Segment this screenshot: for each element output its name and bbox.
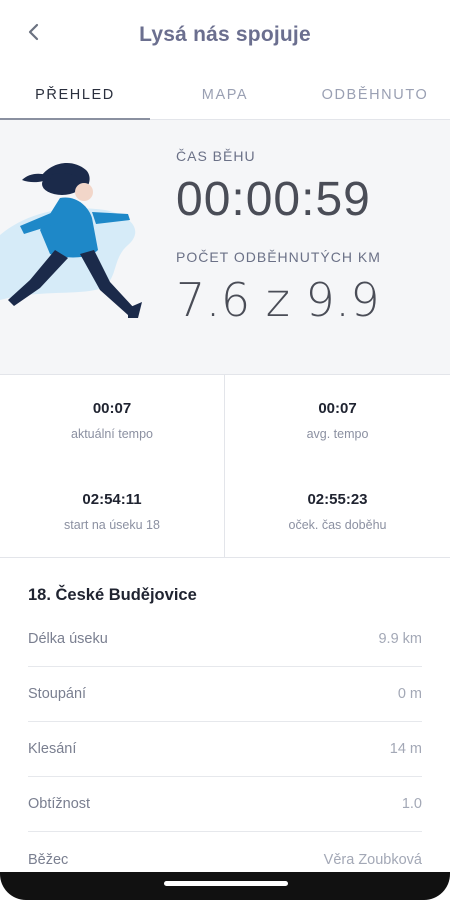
stat-expected-finish: 02:55:23 oček. čas doběhu xyxy=(225,466,450,557)
home-indicator[interactable] xyxy=(164,881,288,886)
stat-label: aktuální tempo xyxy=(71,427,153,441)
km-label: POČET ODBĚHNUTÝCH KM xyxy=(176,249,381,265)
system-navigation-bar xyxy=(0,872,450,900)
stats-column-left: 00:07 aktuální tempo 02:54:11 start na ú… xyxy=(0,375,225,557)
detail-value: 0 m xyxy=(397,686,422,702)
stat-label: start na úseku 18 xyxy=(64,518,160,532)
detail-row-difficulty: Obtížnost 1.0 xyxy=(28,777,422,832)
stats-grid: 00:07 aktuální tempo 02:54:11 start na ú… xyxy=(0,375,450,558)
stat-start: 02:54:11 start na úseku 18 xyxy=(0,466,224,557)
tab-prehled[interactable]: PŘEHLED xyxy=(0,70,150,119)
detail-label: Stoupání xyxy=(28,686,87,702)
stats-column-right: 00:07 avg. tempo 02:55:23 oček. čas době… xyxy=(225,375,450,557)
app-header: Lysá nás spojuje xyxy=(0,0,450,70)
detail-value: 1.0 xyxy=(401,796,422,812)
chevron-left-icon xyxy=(28,23,39,41)
detail-value: 9.9 km xyxy=(378,631,422,647)
detail-row-descent: Klesání 14 m xyxy=(28,722,422,777)
segment-title: 18. České Budějovice xyxy=(28,586,197,604)
detail-row-ascent: Stoupání 0 m xyxy=(28,667,422,722)
detail-label: Obtížnost xyxy=(28,796,91,812)
stat-current-pace: 00:07 aktuální tempo xyxy=(0,375,224,466)
run-time-label: ČAS BĚHU xyxy=(176,148,256,164)
back-button[interactable] xyxy=(22,20,46,44)
page-title: Lysá nás spojuje xyxy=(139,23,311,46)
tab-odbehnuto[interactable]: ODBĚHNUTO xyxy=(300,70,450,119)
detail-value: Věra Zoubková xyxy=(323,851,422,868)
stat-value: 02:54:11 xyxy=(82,491,142,508)
km-value: 7.6 z 9.9 xyxy=(176,273,381,327)
stat-label: oček. čas doběhu xyxy=(288,518,387,532)
segment-details: 18. České Budějovice Délka úseku 9.9 km … xyxy=(0,558,450,887)
tab-bar: PŘEHLED MAPA ODBĚHNUTO xyxy=(0,70,450,120)
stat-avg-pace: 00:07 avg. tempo xyxy=(225,375,450,466)
metrics-block: ČAS BĚHU 00:00:59 POČET ODBĚHNUTÝCH KM 7… xyxy=(176,148,381,327)
detail-value: 14 m xyxy=(389,741,422,757)
stat-label: avg. tempo xyxy=(306,427,369,441)
detail-label: Délka úseku xyxy=(28,631,108,647)
detail-label: Klesání xyxy=(28,741,77,757)
stat-value: 02:55:23 xyxy=(307,491,368,508)
stat-value: 00:07 xyxy=(318,400,357,417)
detail-row-length: Délka úseku 9.9 km xyxy=(28,612,422,667)
run-summary: ČAS BĚHU 00:00:59 POČET ODBĚHNUTÝCH KM 7… xyxy=(0,120,450,375)
stat-value: 00:07 xyxy=(92,400,132,417)
run-time-value: 00:00:59 xyxy=(176,173,371,226)
tab-mapa[interactable]: MAPA xyxy=(150,70,300,119)
detail-label: Běžec xyxy=(28,851,69,868)
runner-illustration xyxy=(0,163,142,318)
